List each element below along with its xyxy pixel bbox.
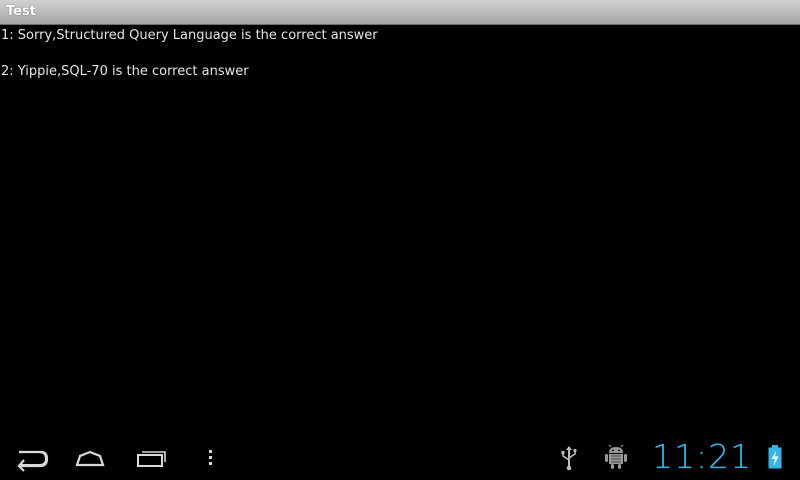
usb-icon <box>558 445 580 471</box>
home-button[interactable] <box>70 442 110 472</box>
app-title: Test <box>6 4 36 19</box>
system-bar: 11:21 <box>0 432 800 480</box>
result-line-1: 1: Sorry,Structured Query Language is th… <box>1 28 378 43</box>
recent-apps-icon <box>137 451 166 467</box>
battery-charging-icon <box>767 444 783 470</box>
overflow-menu-button[interactable] <box>195 442 225 472</box>
home-icon <box>75 450 105 467</box>
title-bar: Test <box>0 0 800 25</box>
back-icon <box>17 450 49 472</box>
status-clock: 11:21 <box>652 437 753 476</box>
device-screen: Test 1: Sorry,Structured Query Language … <box>0 0 800 480</box>
android-debug-icon <box>604 444 628 470</box>
recent-apps-button[interactable] <box>131 442 171 472</box>
back-button[interactable] <box>11 442 51 472</box>
result-line-2: 2: Yippie,SQL-70 is the correct answer <box>1 64 249 79</box>
overflow-menu-icon <box>209 450 212 465</box>
